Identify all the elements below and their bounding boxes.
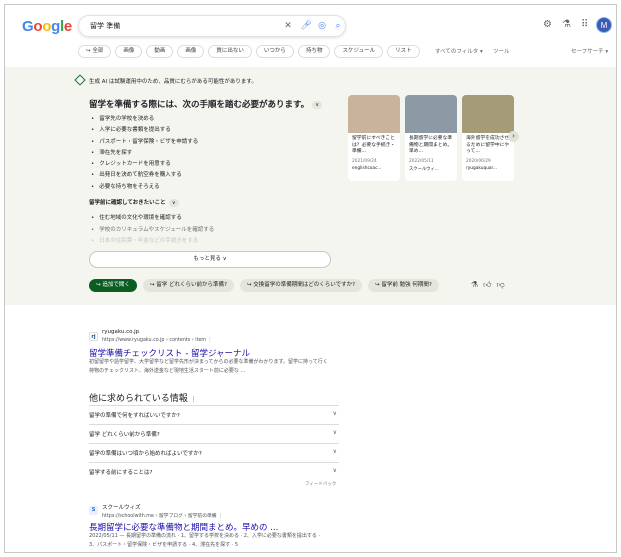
ai-source-cards: 留学前にすべきことは？必要な手続き・準備... 2021/09/24 english… bbox=[348, 95, 514, 181]
source-card[interactable]: 長期留学に必要な準備物と期間まとめ。早め... 2022/05/11 スクールウィ.… bbox=[405, 95, 457, 181]
list-item: 留学先の学校を決める bbox=[91, 114, 198, 125]
result-snippet: 2022/05/11 — 長期留学の準備の流れ · 1、留学する学校を決める ·… bbox=[89, 533, 321, 548]
avatar[interactable]: M bbox=[596, 17, 612, 33]
list-item: 日本の住民票・年金などの手続きをする bbox=[91, 236, 214, 248]
search-chip[interactable]: いつから bbox=[255, 45, 294, 58]
list-item: 住む地域の文化や環境を確認する bbox=[91, 213, 214, 225]
card-thumbnail bbox=[348, 95, 400, 133]
list-item: 必要な持ち物をそろえる bbox=[91, 182, 198, 193]
chevron-down-icon: ∨ bbox=[332, 467, 337, 474]
logo-letter: e bbox=[63, 18, 72, 35]
google-logo[interactable]: Google bbox=[22, 18, 72, 35]
logo-letter: o bbox=[33, 18, 43, 35]
chevron-down-icon[interactable]: ∨ bbox=[168, 198, 179, 207]
card-title: 留学前にすべきことは？必要な手続き・準備... bbox=[352, 136, 396, 154]
lens-icon[interactable]: ◎ bbox=[316, 20, 328, 32]
search-icon[interactable]: ⌕ bbox=[332, 20, 344, 32]
paa-question[interactable]: 留学の準備はいつ頃から始めればよいですか? ∨ bbox=[89, 443, 339, 461]
thumbs-down-icon[interactable]: 👎︎ bbox=[497, 280, 510, 289]
card-source: ryugakuquar... bbox=[466, 166, 498, 171]
logo-letter: o bbox=[42, 18, 52, 35]
followup-row: ↪ 追加で聞く ↪ 留学 どれくらい前から準備? ↪ 交換留学の準備期間はどのくらい… bbox=[89, 279, 439, 292]
paa-question[interactable]: 留学の準備で何をすればいいですか? ∨ bbox=[89, 405, 339, 423]
share-icon[interactable]: ⚗ bbox=[471, 280, 483, 289]
list-item: 出発日を決めて航空券を購入する bbox=[91, 170, 198, 181]
source-card[interactable]: 留学前にすべきことは？必要な手続き・準備... 2021/09/24 english… bbox=[348, 95, 400, 181]
search-chip[interactable]: 動画 bbox=[146, 45, 174, 58]
search-chips: ↪ 全部 画像 動画 画像 質に出ない いつから 持ち物 スケジュール リスト bbox=[78, 45, 420, 58]
card-title: 長期留学に必要な準備物と期間まとめ。早め... bbox=[409, 136, 453, 154]
chevron-down-icon[interactable]: ∨ bbox=[312, 100, 323, 109]
result-url[interactable]: https://www.ryugaku.co.jp › contents › i… bbox=[102, 338, 212, 343]
clear-icon[interactable]: ✕ bbox=[282, 20, 294, 32]
result-url[interactable]: https://schoolwith.me › 留学ブログ › 留学前の準備 ⋮ bbox=[102, 512, 223, 519]
search-chip[interactable]: リスト bbox=[387, 45, 420, 58]
search-chip[interactable]: ↪ 全部 bbox=[78, 45, 112, 58]
search-box[interactable]: 留学 準備 ✕ 🎤︎ ◎ ⌕ bbox=[78, 15, 346, 37]
ai-subheading: 留学前に確認しておきたいこと ∨ bbox=[89, 198, 179, 207]
search-chip[interactable]: 画像 bbox=[177, 45, 205, 58]
chevron-right-icon[interactable]: › bbox=[508, 131, 519, 142]
thumbs-up-icon[interactable]: 👍︎ bbox=[483, 280, 496, 289]
paa-heading: 他に求められている情報 ⋮ bbox=[89, 394, 197, 404]
paa-question-text: 留学の準備で何をすればいいですか? bbox=[89, 413, 180, 419]
filters-menu[interactable]: すべてのフィルタ ▾ bbox=[435, 47, 483, 55]
safesearch-menu[interactable]: セーフサーチ ▾ bbox=[571, 47, 608, 55]
result-snippet: 初留留学や語学留学、大学留学など留学先形が決まってからの必要な準備がわかります。… bbox=[89, 359, 328, 374]
list-item: 入学に必要な書類を提出する bbox=[91, 125, 198, 136]
list-item: クレジットカードを用意する bbox=[91, 159, 198, 170]
search-chip[interactable]: 質に出ない bbox=[208, 45, 252, 58]
feedback-link[interactable]: フィードバック bbox=[305, 481, 336, 487]
apps-grid-icon[interactable]: ⠿ bbox=[581, 19, 588, 31]
card-thumbnail bbox=[405, 95, 457, 133]
followup-suggestion[interactable]: ↪ 留学 どれくらい前から準備? bbox=[142, 279, 234, 292]
card-source: englishcoac... bbox=[352, 166, 382, 171]
result-site-name: ryugaku.co.jp bbox=[102, 329, 140, 335]
card-source: スクールウィ... bbox=[409, 167, 439, 172]
list-item: パスポート・留学保険・ビザを申請する bbox=[91, 137, 198, 148]
site-favicon: S bbox=[89, 506, 98, 515]
paa-question-text: 留学の準備はいつ頃から始めればよいですか? bbox=[89, 451, 202, 457]
ai-disclaimer: 生成 AI は試験運用中のため、品質にむらがある可能性があります。 bbox=[89, 79, 257, 85]
card-thumbnail bbox=[462, 95, 514, 133]
search-chip[interactable]: 画像 bbox=[115, 45, 143, 58]
paa-question[interactable]: 留学する前にすることは? ∨ bbox=[89, 462, 339, 480]
ask-followup-button[interactable]: ↪ 追加で聞く bbox=[89, 279, 137, 292]
search-chip[interactable]: スケジュール bbox=[334, 45, 384, 58]
chevron-down-icon: ∨ bbox=[332, 448, 337, 455]
ai-heading: 留学を準備する際には、次の手順を踏む必要があります。 ∨ bbox=[89, 98, 323, 110]
chevron-down-icon: ∨ bbox=[332, 429, 337, 436]
labs-icon[interactable]: ⚗ bbox=[562, 19, 571, 31]
list-item: 滞在先を探す bbox=[91, 148, 198, 159]
tools-menu[interactable]: ツール bbox=[493, 47, 510, 55]
site-favicon: rj bbox=[89, 332, 98, 341]
source-card[interactable]: 海外留学を成功させるために留学中にやって... 2020/06/29 ryugaku… bbox=[462, 95, 514, 181]
browser-page: Google 留学 準備 ✕ 🎤︎ ◎ ⌕ ⚙ ⚗ ⠿ M ↪ 全部 画像 動画 画像… bbox=[4, 4, 617, 553]
paa-question-text: 留学する前にすることは? bbox=[89, 470, 153, 476]
ai-steps-list: 留学先の学校を決める入学に必要な書類を提出するパスポート・留学保険・ビザを申請す… bbox=[91, 114, 198, 193]
result-site-name: スクールウィズ bbox=[102, 505, 141, 511]
paa-question-text: 留学 どれくらい前から準備? bbox=[89, 432, 160, 438]
chevron-down-icon: ∨ bbox=[332, 410, 337, 417]
search-chip[interactable]: 持ち物 bbox=[297, 45, 331, 58]
ai-feedback-icons: ⚗👍︎👎︎ bbox=[471, 280, 510, 290]
ai-checks-list: 住む地域の文化や環境を確認する学校のカリキュラムやスケジュールを確認する日本の住… bbox=[91, 213, 214, 248]
list-item: 学校のカリキュラムやスケジュールを確認する bbox=[91, 225, 214, 237]
logo-letter: G bbox=[22, 18, 34, 35]
card-title: 海外留学を成功させるために留学中にやって... bbox=[466, 136, 510, 154]
mic-icon[interactable]: 🎤︎ bbox=[300, 20, 312, 32]
search-input[interactable]: 留学 準備 bbox=[90, 21, 120, 31]
logo-letter: g bbox=[51, 18, 60, 35]
followup-suggestion[interactable]: ↪ 留学前 勉強 何期間? bbox=[368, 279, 439, 292]
paa-question[interactable]: 留学 どれくらい前から準備? ∨ bbox=[89, 424, 339, 442]
gear-icon[interactable]: ⚙ bbox=[543, 19, 552, 31]
followup-suggestion[interactable]: ↪ 交換留学の準備期間はどのくらいですか? bbox=[239, 279, 363, 292]
show-more-button[interactable]: もっと見る ∨ bbox=[89, 251, 331, 268]
